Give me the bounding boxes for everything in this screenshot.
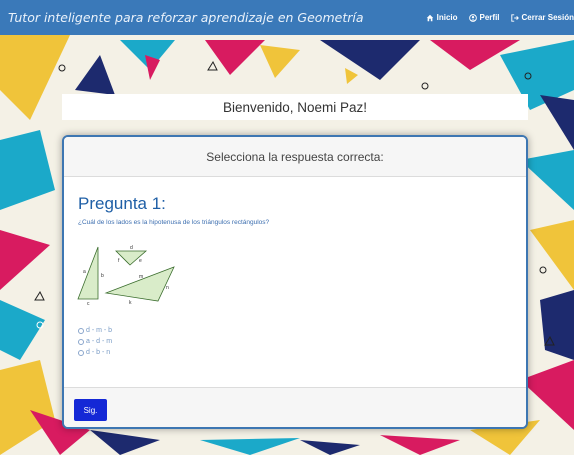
figure-label: c <box>87 301 90 307</box>
answer-options: d - m - b a - d - m d - b - n <box>78 325 112 358</box>
nav-links: Inicio Perfil Cerrar Sesión <box>426 13 574 22</box>
nav-link-label: Inicio <box>436 13 458 22</box>
nav-link-label: Cerrar Sesión <box>521 13 574 22</box>
card-footer: Sig. <box>64 387 526 427</box>
option-label: d - b - n <box>86 349 111 356</box>
option-3[interactable]: d - b - n <box>78 347 112 358</box>
figure-label: f <box>118 258 120 264</box>
home-icon <box>426 14 433 21</box>
radio-button[interactable] <box>78 349 84 356</box>
nav-link-inicio[interactable]: Inicio <box>426 13 458 22</box>
figure-label: a <box>83 269 86 275</box>
question-title: Pregunta 1: <box>78 194 166 213</box>
question-card: Selecciona la respuesta correcta: Pregun… <box>62 135 528 429</box>
welcome-text: Bienvenido, Noemi Paz! <box>222 99 368 115</box>
card-header-text: Selecciona la respuesta correcta: <box>206 149 384 164</box>
card-body: Pregunta 1: ¿Cuál de los lados es la hip… <box>64 177 526 389</box>
figure-label: d <box>130 245 133 251</box>
triangles-figure: a b c d e f m n k <box>77 245 175 307</box>
figure-label: m <box>139 274 143 280</box>
app-brand[interactable]: Tutor inteligente para reforzar aprendiz… <box>8 10 364 25</box>
question-text: ¿Cuál de los lados es la hipotenusa de l… <box>78 219 270 226</box>
radio-button[interactable] <box>78 327 84 334</box>
user-icon <box>468 13 477 22</box>
sign-out-icon <box>510 13 519 22</box>
next-button[interactable]: Sig. <box>74 399 107 421</box>
card-header: Selecciona la respuesta correcta: <box>64 137 526 177</box>
option-2[interactable]: a - d - m <box>78 336 112 347</box>
figure-label: b <box>101 273 104 279</box>
option-label: d - m - b <box>86 327 113 334</box>
top-navbar: Tutor inteligente para reforzar aprendiz… <box>0 0 574 35</box>
radio-button[interactable] <box>78 338 84 345</box>
option-1[interactable]: d - m - b <box>78 325 112 336</box>
nav-link-label: Perfil <box>479 13 500 22</box>
nav-link-cerrar-sesion[interactable]: Cerrar Sesión <box>510 13 574 22</box>
option-label: a - d - m <box>86 338 113 345</box>
figure-label: n <box>166 285 169 291</box>
figure-label: e <box>139 258 142 264</box>
figure-label: k <box>129 300 132 306</box>
welcome-banner: Bienvenido, Noemi Paz! <box>62 94 528 120</box>
nav-link-perfil[interactable]: Perfil <box>468 13 500 22</box>
